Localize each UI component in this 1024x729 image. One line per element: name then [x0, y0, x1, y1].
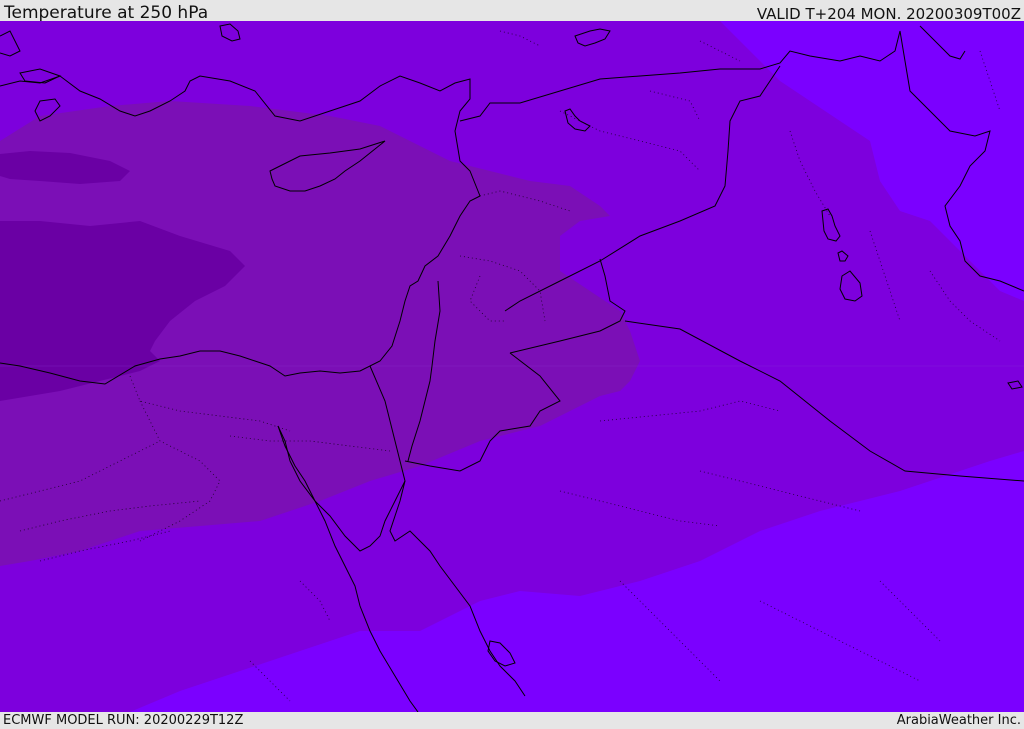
credit-label: ArabiaWeather Inc. [896, 713, 1021, 728]
weather-map-frame: Temperature at 250 hPa VALID T+204 MON. … [0, 0, 1024, 729]
model-run-label: ECMWF MODEL RUN: 20200229T12Z [3, 713, 244, 728]
temperature-map [0, 21, 1024, 712]
map-title: Temperature at 250 hPa [4, 3, 209, 23]
footer-bar: ECMWF MODEL RUN: 20200229T12Z ArabiaWeat… [0, 712, 1024, 729]
title-bar: Temperature at 250 hPa VALID T+204 MON. … [0, 0, 1024, 23]
map-canvas [0, 21, 1024, 712]
